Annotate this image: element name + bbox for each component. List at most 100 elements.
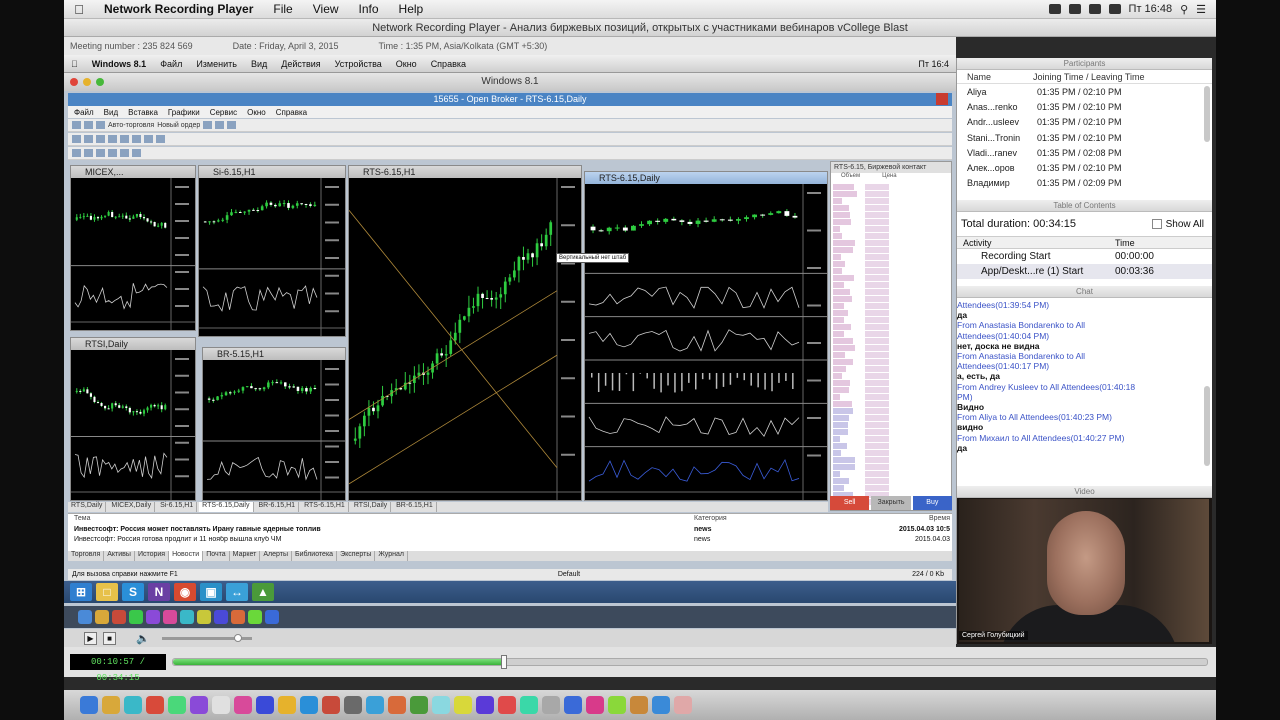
teamviewer-icon[interactable]: ↔ — [226, 583, 248, 601]
dock-app-icon[interactable] — [212, 696, 230, 714]
tab-experts[interactable]: Эксперты — [337, 551, 376, 561]
app-icon[interactable]: ▣ — [200, 583, 222, 601]
zoom-out-icon[interactable] — [215, 121, 225, 129]
dom-row[interactable] — [831, 457, 951, 464]
chart-tab[interactable]: RTS,Daily — [68, 502, 107, 512]
vm-menu-window[interactable]: Окно — [389, 59, 424, 69]
finder-icon[interactable] — [78, 610, 92, 624]
flag-icon[interactable] — [1108, 4, 1121, 14]
dock-app-icon[interactable] — [197, 610, 211, 624]
autotrade-button[interactable]: Авто-торговля — [108, 122, 154, 129]
dom-row[interactable] — [831, 331, 951, 338]
app-menu-insert[interactable]: Вставка — [128, 108, 158, 117]
period-h1[interactable] — [108, 149, 117, 157]
chart-tab-active[interactable]: RTS-6.15,Daily — [199, 502, 254, 512]
tab-journal[interactable]: Журнал — [375, 551, 408, 561]
dock-app-icon[interactable] — [95, 610, 109, 624]
chart-title[interactable]: BR-5.15,H1 — [203, 348, 345, 360]
dom-row[interactable] — [831, 387, 951, 394]
dom-row[interactable] — [831, 338, 951, 345]
dom-row[interactable] — [831, 443, 951, 450]
dom-row[interactable] — [831, 254, 951, 261]
dom-row[interactable] — [831, 436, 951, 443]
dock-app-icon[interactable] — [520, 696, 538, 714]
participant-row[interactable]: Anas...renko 01:35 PM / 02:10 PM — [957, 99, 1212, 114]
dom-row[interactable] — [831, 303, 951, 310]
dock-app-icon[interactable] — [248, 610, 262, 624]
channel-icon[interactable] — [132, 135, 141, 143]
chart-window-rtsi[interactable]: RTSI,Daily — [70, 337, 196, 501]
dom-row[interactable] — [831, 184, 951, 191]
participant-row[interactable]: Aliya 01:35 PM / 02:10 PM — [957, 84, 1212, 99]
text-icon[interactable] — [156, 135, 165, 143]
dom-row[interactable] — [831, 464, 951, 471]
chart-window-rts-h1[interactable]: RTS-6.15,H1 — [348, 165, 582, 501]
vm-menu-view[interactable]: Вид — [244, 59, 274, 69]
start-icon[interactable]: ⊞ — [70, 583, 92, 601]
tab-history[interactable]: История — [135, 551, 170, 561]
dock-app-icon[interactable] — [231, 610, 245, 624]
participant-row[interactable]: Vladi...ranev 01:35 PM / 02:08 PM — [957, 145, 1212, 160]
participant-row[interactable]: Владимир 01:35 PM / 02:09 PM — [957, 176, 1212, 191]
vm-app-name[interactable]: Windows 8.1 — [85, 59, 153, 69]
close-icon[interactable] — [70, 78, 78, 86]
period-m5[interactable] — [84, 149, 93, 157]
dock-app-icon[interactable] — [234, 696, 252, 714]
chart-title[interactable]: RTS-6.15,Daily — [585, 172, 827, 184]
participant-row[interactable]: Алек...оров 01:35 PM / 02:10 PM — [957, 160, 1212, 175]
news-row[interactable]: Инвестсофт: Россия готова продлит и 11 н… — [74, 536, 950, 545]
app-menu-view[interactable]: Вид — [104, 108, 118, 117]
app-menu-help[interactable]: Справка — [276, 108, 307, 117]
app-menu-file[interactable]: Файл — [74, 108, 94, 117]
participant-row[interactable]: Andr...usleev 01:35 PM / 02:10 PM — [957, 115, 1212, 130]
search-icon[interactable]: ⚲ — [1180, 3, 1188, 16]
chart-tab[interactable]: BR-6.15,H1 — [256, 502, 300, 512]
rts-daily-chart[interactable] — [585, 184, 827, 500]
dom-row[interactable] — [831, 429, 951, 436]
dom-row[interactable] — [831, 268, 951, 275]
dom-row[interactable] — [831, 450, 951, 457]
menu-help[interactable]: Help — [389, 2, 434, 16]
participants-scrollbar[interactable] — [1204, 86, 1210, 142]
dom-row[interactable] — [831, 247, 951, 254]
dom-row[interactable] — [831, 471, 951, 478]
chart-tab[interactable]: RTSI,Daily — [351, 502, 392, 512]
dom-row[interactable] — [831, 282, 951, 289]
chart-window-rts-daily[interactable]: RTS-6.15,Daily — [584, 171, 828, 501]
dom-row[interactable] — [831, 345, 951, 352]
dom-row[interactable] — [831, 310, 951, 317]
new-order-button[interactable]: Новый ордер — [157, 122, 200, 129]
chart-window-br[interactable]: BR-5.15,H1 — [202, 347, 346, 501]
vm-menu-file[interactable]: Файл — [153, 59, 189, 69]
dom-row[interactable] — [831, 198, 951, 205]
dock-app-icon[interactable] — [300, 696, 318, 714]
br-chart[interactable] — [203, 360, 345, 500]
apple-icon[interactable]:  — [64, 2, 94, 17]
chart-title[interactable]: RTS-6.15,H1 — [349, 166, 581, 178]
volume-slider[interactable] — [161, 633, 252, 642]
dom-row[interactable] — [831, 478, 951, 485]
volume-knob[interactable] — [234, 633, 243, 642]
dom-row[interactable] — [831, 380, 951, 387]
seek-bar[interactable] — [172, 655, 1208, 669]
dom-row[interactable] — [831, 415, 951, 422]
dock-app-icon[interactable] — [542, 696, 560, 714]
dom-row[interactable] — [831, 289, 951, 296]
dock-app-icon[interactable] — [124, 696, 142, 714]
buy-button[interactable]: Buy — [912, 496, 952, 510]
app-menu-charts[interactable]: Графики — [168, 108, 200, 117]
play-icon[interactable]: ▶ — [84, 631, 97, 645]
tab-mail[interactable]: Почта — [203, 551, 230, 561]
vm-menu-edit[interactable]: Изменить — [189, 59, 244, 69]
chart-title[interactable]: RTSI,Daily — [71, 338, 195, 350]
zoom-icon[interactable] — [96, 78, 104, 86]
chart-title[interactable]: MICEX,... — [71, 166, 195, 178]
dom-row[interactable] — [831, 422, 951, 429]
dom-row[interactable] — [831, 261, 951, 268]
sell-button[interactable]: Sell — [830, 496, 870, 510]
dom-row[interactable] — [831, 219, 951, 226]
dock-app-icon[interactable] — [388, 696, 406, 714]
dom-row[interactable] — [831, 233, 951, 240]
col-name[interactable]: Name — [957, 72, 1021, 82]
checkbox-icon[interactable] — [1151, 219, 1162, 229]
